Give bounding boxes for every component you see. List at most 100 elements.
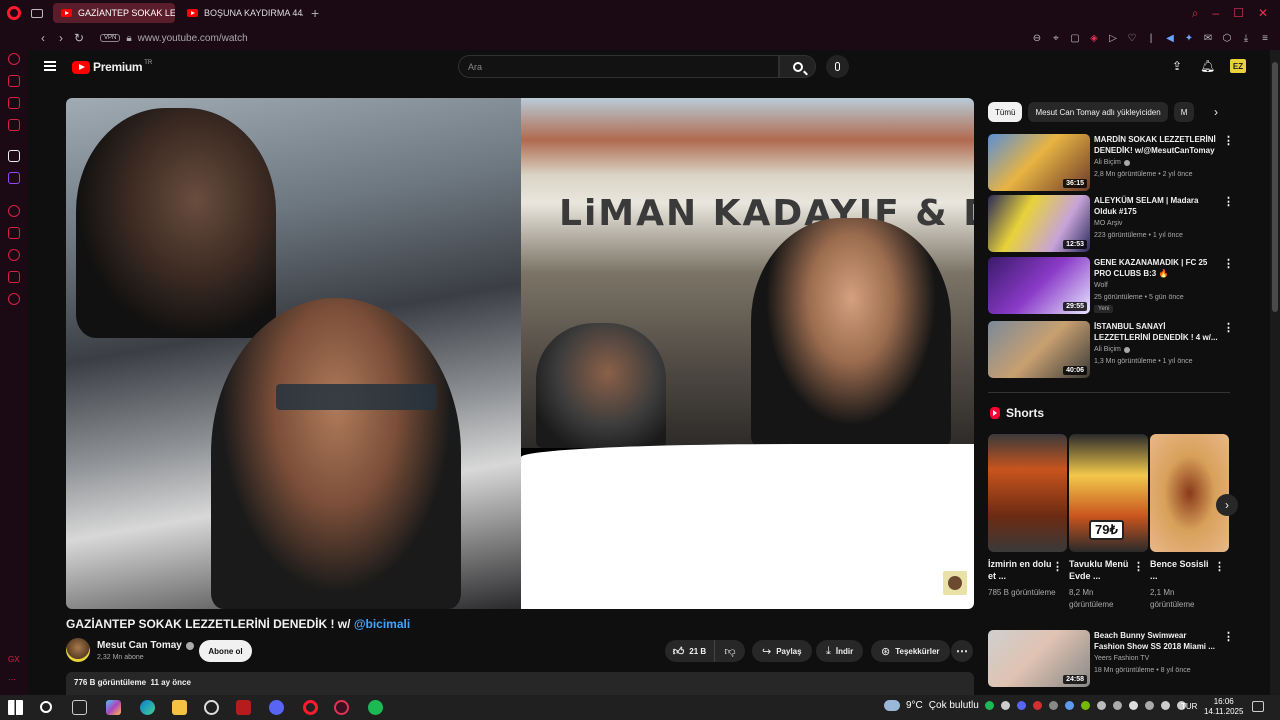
chevron-right-icon[interactable]: › (1216, 494, 1238, 516)
short-thumbnail[interactable] (1150, 434, 1229, 552)
weather-widget[interactable]: 9°C Çok bulutlu (884, 696, 979, 711)
rec-channel[interactable]: MO Arşiv (1094, 220, 1122, 227)
rec-item[interactable]: 24:58 Beach Bunny Swimwear Fashion Show … (988, 630, 1238, 688)
language-indicator[interactable]: TUR (1181, 702, 1197, 711)
video-player[interactable]: LiMAN KADAYIF & DO (66, 98, 974, 609)
description-box[interactable]: 776 B görüntüleme 11 ay önce (66, 672, 974, 695)
heart-icon[interactable]: ♡ (1127, 33, 1137, 44)
nvidia-tray-icon[interactable] (1081, 701, 1090, 710)
short-item[interactable]: İzmirin en dolu et ... 785 B görüntüleme… (988, 434, 1067, 599)
more-actions-button[interactable]: ⋯ (951, 640, 973, 662)
security-tray-icon[interactable] (1033, 701, 1042, 710)
forward-icon[interactable]: › (52, 31, 70, 45)
more-icon[interactable]: ⋯ (8, 675, 16, 684)
gx-control-icon[interactable] (8, 53, 20, 65)
thanks-button[interactable]: ⊛ Teşekkürler (871, 640, 950, 662)
steam-tray-icon[interactable] (1001, 701, 1010, 710)
short-item[interactable]: Bence Sosisli ... 2,1 Mn görüntüleme ⋮ (1150, 434, 1229, 611)
translate-icon[interactable]: ✦ (1184, 33, 1194, 44)
spotify-icon[interactable] (368, 700, 383, 715)
tab-active[interactable]: GAZİANTEP SOKAK LEZZ (53, 3, 175, 23)
rec-thumbnail[interactable]: 12:53 (988, 195, 1090, 252)
kebab-menu-icon[interactable]: ⋮ (1223, 257, 1234, 270)
guide-menu-icon[interactable] (44, 61, 56, 71)
like-button[interactable]: 👍︎ 21 B (665, 640, 715, 662)
account-avatar[interactable]: EZ (1230, 59, 1246, 73)
maximize-icon[interactable]: ☐ (1233, 6, 1244, 21)
rec-item[interactable]: 12:53 ALEYKÜM SELAM | Madara Olduk #175 … (988, 195, 1238, 253)
headset-tray-icon[interactable] (1113, 701, 1122, 710)
share-button[interactable]: ↪ Paylaş (752, 640, 812, 662)
voice-search-button[interactable] (826, 55, 849, 78)
windows-start-icon[interactable] (8, 700, 23, 715)
twitch-icon[interactable] (8, 172, 20, 184)
mention-link[interactable]: @bicimali (354, 617, 410, 631)
bookmark-icon[interactable] (8, 227, 20, 239)
kebab-menu-icon[interactable]: ⋮ (1133, 560, 1144, 573)
short-thumbnail[interactable] (988, 434, 1067, 552)
chevron-right-icon[interactable]: › (1206, 102, 1226, 122)
network-tray-icon[interactable] (1161, 701, 1170, 710)
file-explorer-icon[interactable] (172, 700, 187, 715)
close-icon[interactable]: ✕ (1258, 6, 1268, 21)
short-title[interactable]: Tavuklu Menü Evde ... (1069, 558, 1133, 582)
tab-inactive[interactable]: BOŞUNA KAYDIRMA 44/8 (179, 3, 303, 23)
rec-channel[interactable]: Wolf (1094, 282, 1108, 289)
cube-icon[interactable] (8, 271, 20, 283)
rec-thumbnail[interactable]: 36:15 (988, 134, 1090, 191)
kebab-menu-icon[interactable]: ⋮ (1223, 630, 1234, 643)
kebab-menu-icon[interactable]: ⋮ (1223, 195, 1234, 208)
chip-all[interactable]: Tümü (988, 102, 1023, 122)
short-thumbnail[interactable]: 79₺ (1069, 434, 1148, 552)
bluetooth-tray-icon[interactable] (1065, 701, 1074, 710)
upload-icon[interactable]: ⇪ (1170, 59, 1184, 73)
short-item[interactable]: 79₺ Tavuklu Menü Evde ... 8,2 Mn görüntü… (1069, 434, 1148, 611)
dislike-button[interactable]: 👎︎ (715, 640, 745, 662)
search-input[interactable]: Ara (458, 55, 779, 78)
aria-icon[interactable] (8, 150, 20, 162)
rec-title[interactable]: İSTANBUL SANAYİ LEZZETLERİNİ DENEDİK ! 4… (1094, 321, 1218, 343)
workspaces-icon[interactable] (31, 8, 43, 18)
kebab-menu-icon[interactable]: ⋮ (1223, 134, 1234, 147)
short-title[interactable]: İzmirin en dolu et ... (988, 558, 1052, 582)
app-tray-icon[interactable] (1049, 701, 1058, 710)
menu-icon[interactable]: ≡ (1260, 33, 1270, 44)
channel-avatar[interactable] (66, 638, 90, 662)
kebab-menu-icon[interactable]: ⋮ (1052, 560, 1063, 573)
rec-thumbnail[interactable]: 40:06 (988, 321, 1090, 378)
opera-icon[interactable] (303, 700, 318, 715)
snapshot-icon[interactable]: ⌖ (1051, 33, 1061, 44)
opera-gx-icon[interactable] (204, 700, 219, 715)
rec-item[interactable]: 29:55 GENE KAZANAMADIK | FC 25 PRO CLUBS… (988, 257, 1238, 315)
download-button[interactable]: ⤓ İndir (816, 640, 864, 662)
discord-icon[interactable] (269, 700, 284, 715)
notifications-icon[interactable]: 🔔︎ (1200, 59, 1215, 73)
edge-icon[interactable] (140, 700, 155, 715)
notifications-icon[interactable] (1252, 701, 1264, 712)
rec-thumbnail[interactable]: 24:58 (988, 630, 1090, 687)
shield-icon[interactable]: ◈ (1089, 33, 1099, 44)
winrar-icon[interactable] (236, 700, 251, 715)
subscribe-button[interactable]: Abone ol (199, 640, 252, 662)
messenger-icon[interactable] (8, 97, 20, 109)
player-icon[interactable] (8, 75, 20, 87)
zoom-icon[interactable]: ⊖ (1032, 33, 1042, 44)
rec-title[interactable]: Beach Bunny Swimwear Fashion Show SS 201… (1094, 630, 1218, 652)
search-button[interactable] (779, 55, 816, 78)
mail-icon[interactable]: ✉ (1203, 33, 1213, 44)
rec-item[interactable]: 40:06 İSTANBUL SANAYİ LEZZETLERİNİ DENED… (988, 321, 1238, 379)
vpn-badge[interactable]: VPN (100, 34, 121, 42)
settings-icon[interactable] (8, 293, 20, 305)
rec-channel[interactable]: Ali Biçim (1094, 159, 1130, 166)
spotify-tray-icon[interactable] (985, 701, 994, 710)
new-tab-icon[interactable]: + (311, 5, 319, 21)
rec-channel[interactable]: Yeers Fashion TV (1094, 655, 1149, 662)
rec-title[interactable]: GENE KAZANAMADIK | FC 25 PRO CLUBS B:3 🔥 (1094, 257, 1218, 279)
usb-tray-icon[interactable] (1097, 701, 1106, 710)
mic-tray-icon[interactable] (1129, 701, 1138, 710)
channel-watermark-icon[interactable] (943, 571, 967, 595)
audio-icon[interactable]: ◀ (1165, 33, 1175, 44)
clock-icon[interactable] (8, 249, 20, 261)
scrollbar-thumb[interactable] (1272, 62, 1278, 312)
instagram-icon[interactable] (8, 119, 20, 131)
